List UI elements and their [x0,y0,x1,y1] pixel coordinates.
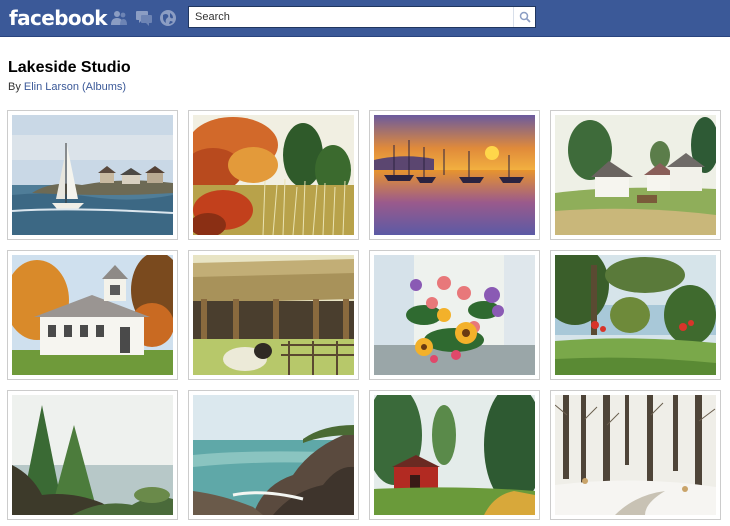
painting-rocky-coast-image [193,395,354,515]
photo-grid [7,110,727,526]
messages-icon[interactable] [135,9,153,27]
by-label: By [8,81,21,93]
photo-thumbnail-6[interactable] [188,250,359,380]
search-icon [519,11,531,23]
facebook-logo[interactable]: facebook [9,5,108,31]
photo-thumbnail-11[interactable] [369,390,540,520]
photo-thumbnail-10[interactable] [188,390,359,520]
painting-red-barn-image [374,395,535,515]
top-bar: facebook [0,0,730,37]
painting-sailboat-image [12,115,173,235]
photo-thumbnail-3[interactable] [369,110,540,240]
painting-winter-forest-image [555,395,716,515]
photo-thumbnail-7[interactable] [369,250,540,380]
painting-barn-sheep-image [193,255,354,375]
photo-thumbnail-8[interactable] [550,250,721,380]
photo-thumbnail-4[interactable] [550,110,721,240]
painting-pine-shore-image [12,395,173,515]
painting-white-church-image [12,255,173,375]
author-link[interactable]: Elin Larson [24,81,79,93]
painting-lake-trees-image [555,255,716,375]
photo-thumbnail-5[interactable] [7,250,178,380]
painting-flower-bouquet-image [374,255,535,375]
painting-farmhouses-image [555,115,716,235]
notifications-icon[interactable] [159,9,177,27]
search-box [188,6,536,28]
album-byline: By Elin Larson (Albums) [8,81,126,94]
photo-thumbnail-1[interactable] [7,110,178,240]
painting-autumn-grass-image [193,115,354,235]
albums-link[interactable]: (Albums) [82,81,126,93]
album-title: Lakeside Studio [8,59,131,76]
search-button[interactable] [513,7,535,27]
search-input[interactable] [189,7,509,27]
friend-requests-icon[interactable] [110,9,128,27]
photo-thumbnail-2[interactable] [188,110,359,240]
painting-harbor-sunset-image [374,115,535,235]
photo-thumbnail-9[interactable] [7,390,178,520]
photo-thumbnail-12[interactable] [550,390,721,520]
